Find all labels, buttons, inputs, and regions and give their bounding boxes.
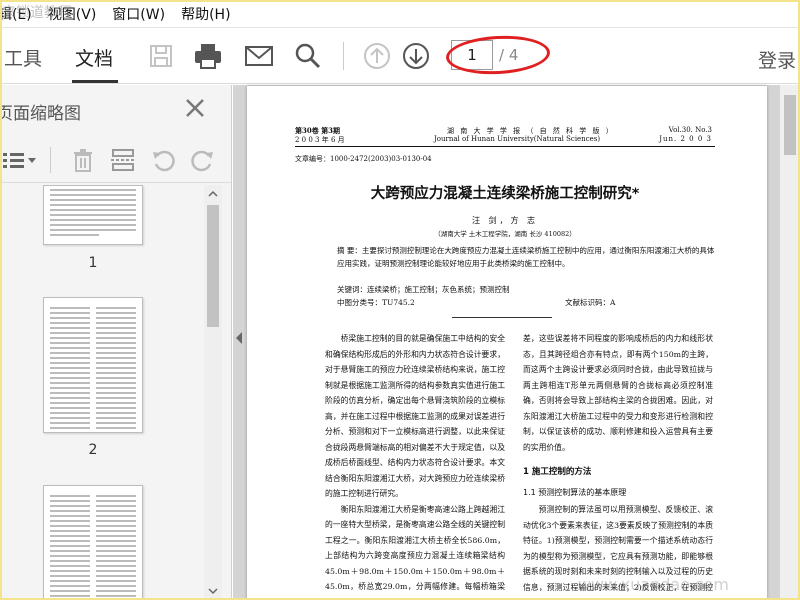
page-thumbnail-2[interactable] [43,297,143,433]
pane-title: 页面缩略图 [0,104,81,124]
subsection-heading: 1.1 预测控制算法的基本原理 [523,487,627,497]
journal-name-en: Journal of Hunan University(Natural Scie… [434,135,601,143]
thumbnail-list: 1 2 [0,185,204,600]
journal-date-en: Jun. 2 0 0 3 [659,135,712,143]
paper-keywords: 关键词：连续梁桥；施工控制；灰色系统；预测控制 [337,285,510,294]
rotate-right-icon[interactable] [188,145,218,175]
scrollbar-thumb[interactable] [207,205,219,327]
header-rule [295,146,715,147]
menu-bar: 辑(E) 视图(V) 窗口(W) 帮助(H) [0,0,800,28]
rotate-left-icon[interactable] [148,145,178,175]
paper-abstract: 摘 要：主要探讨预测控制理论在大跨度预应力混凝土连续梁桥施工控制中的应用，通过衡… [337,246,715,268]
page-thumbnail-1[interactable] [43,185,143,245]
scroll-down-icon[interactable] [208,586,218,596]
article-number: 文章编号：1000-2472(2003)03-0130-04 [295,155,432,163]
active-tab-indicator [72,80,118,83]
paragraph: 差，这些误差将不同程度的影响成桥后的内力和线形状态，且其跨径组合亦有特点，即有两… [523,334,713,452]
options-menu-icon[interactable] [2,145,38,175]
abstract-rule [452,317,552,318]
body-right-column: 差，这些误差将不同程度的影响成桥后的内力和线形状态，且其跨径组合亦有特点，即有两… [523,331,713,600]
extract-pages-icon[interactable] [108,145,138,175]
journal-volume-en: Vol.30. No.3 [668,126,712,134]
document-scrollbar[interactable] [780,85,800,600]
paper-doc-code: 文献标识码：A [565,298,616,307]
pdf-page: 第30卷 第3期 2 0 0 3 年 6 月 湖 南 大 学 学 报 （ 自 然… [247,86,767,600]
thumbnail-scrollbar[interactable] [204,185,222,600]
tab-tools[interactable]: 工具 [4,44,42,71]
close-icon[interactable] [184,97,210,123]
pane-separator [50,147,51,173]
body-left-column: 桥梁施工控制的目的就是确保施工中结构的安全和确保结构形成后的外形和内力状态符合设… [325,331,505,600]
scroll-up-icon[interactable] [208,189,218,199]
collapse-pane-icon[interactable] [234,330,244,344]
toolbar-separator [343,42,344,70]
thumbnail-pane: 页面缩略图 1 2 [0,85,232,600]
login-button[interactable]: 登录 [758,46,796,73]
trash-icon[interactable] [68,145,98,175]
page-up-icon[interactable] [361,40,393,72]
paper-classification: 中图分类号：TU745.2 [337,298,415,307]
search-icon[interactable] [292,40,324,72]
paper-affiliation: （湖南大学 土木工程学院，湖南 长沙 410082） [434,230,576,238]
page-down-icon[interactable] [400,40,432,72]
page-thumbnail-3[interactable] [43,485,143,600]
corner-watermark: 来锁道教程 [2,5,72,21]
scrollbar-thumb[interactable] [784,95,796,155]
toolbar: 工具 文档 [0,28,800,84]
paragraph: 衡阳东阳渡湘江大桥是衡枣高速公路上跨越湘江的一座特大型桥梁，是衡枣高速公路全线的… [325,504,505,600]
print-icon[interactable] [192,40,224,72]
paper-authors: 汪 剑，方 志 [471,216,539,225]
menu-help[interactable]: 帮助(H) [173,4,238,24]
pane-toolbar [0,137,231,183]
email-icon[interactable] [243,40,275,72]
menu-window[interactable]: 窗口(W) [104,4,173,24]
paragraph: 桥梁施工控制的目的就是确保施工中结构的安全和确保结构形成后的外形和内力状态符合设… [325,334,505,498]
section-heading: 1 施工控制的方法 [523,467,592,477]
paper-title: 大跨预应力混凝土连续梁桥施工控制研究* [370,186,640,202]
tab-document[interactable]: 文档 [75,44,113,71]
thumbnail-label-1: 1 [88,255,98,271]
journal-date: 2 0 0 3 年 6 月 [295,136,345,144]
save-icon[interactable] [145,40,177,72]
site-watermark: www.xuandao.com [577,575,729,594]
thumbnail-label-2: 2 [88,442,98,458]
document-view: 第30卷 第3期 2 0 0 3 年 6 月 湖 南 大 学 学 报 （ 自 然… [233,85,800,600]
